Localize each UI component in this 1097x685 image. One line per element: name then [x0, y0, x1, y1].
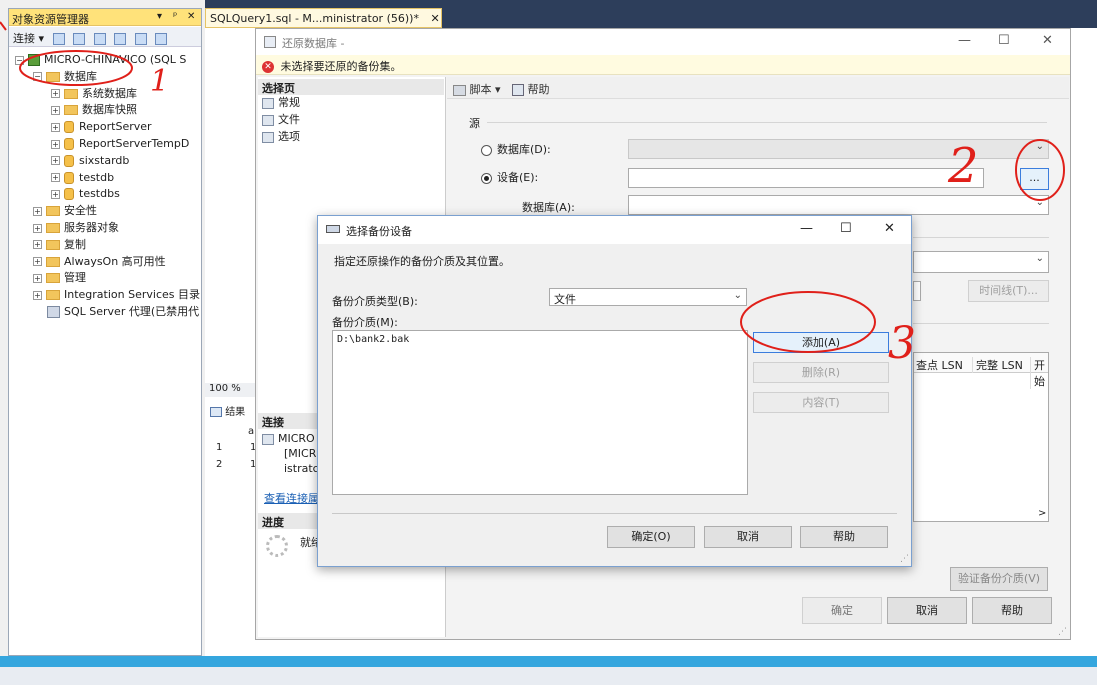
annotation-circle-2	[1015, 139, 1065, 201]
annotation-number-1: 1	[150, 64, 170, 99]
bottom-status-strip	[0, 656, 1097, 685]
annotation-circle-3	[740, 291, 876, 353]
annotation-number-2: 2	[948, 138, 979, 194]
annotation-circle-1	[19, 50, 133, 86]
annotation-number-3: 3	[888, 318, 916, 369]
accent-stripe	[0, 656, 1097, 667]
annotation-mark	[0, 21, 7, 31]
